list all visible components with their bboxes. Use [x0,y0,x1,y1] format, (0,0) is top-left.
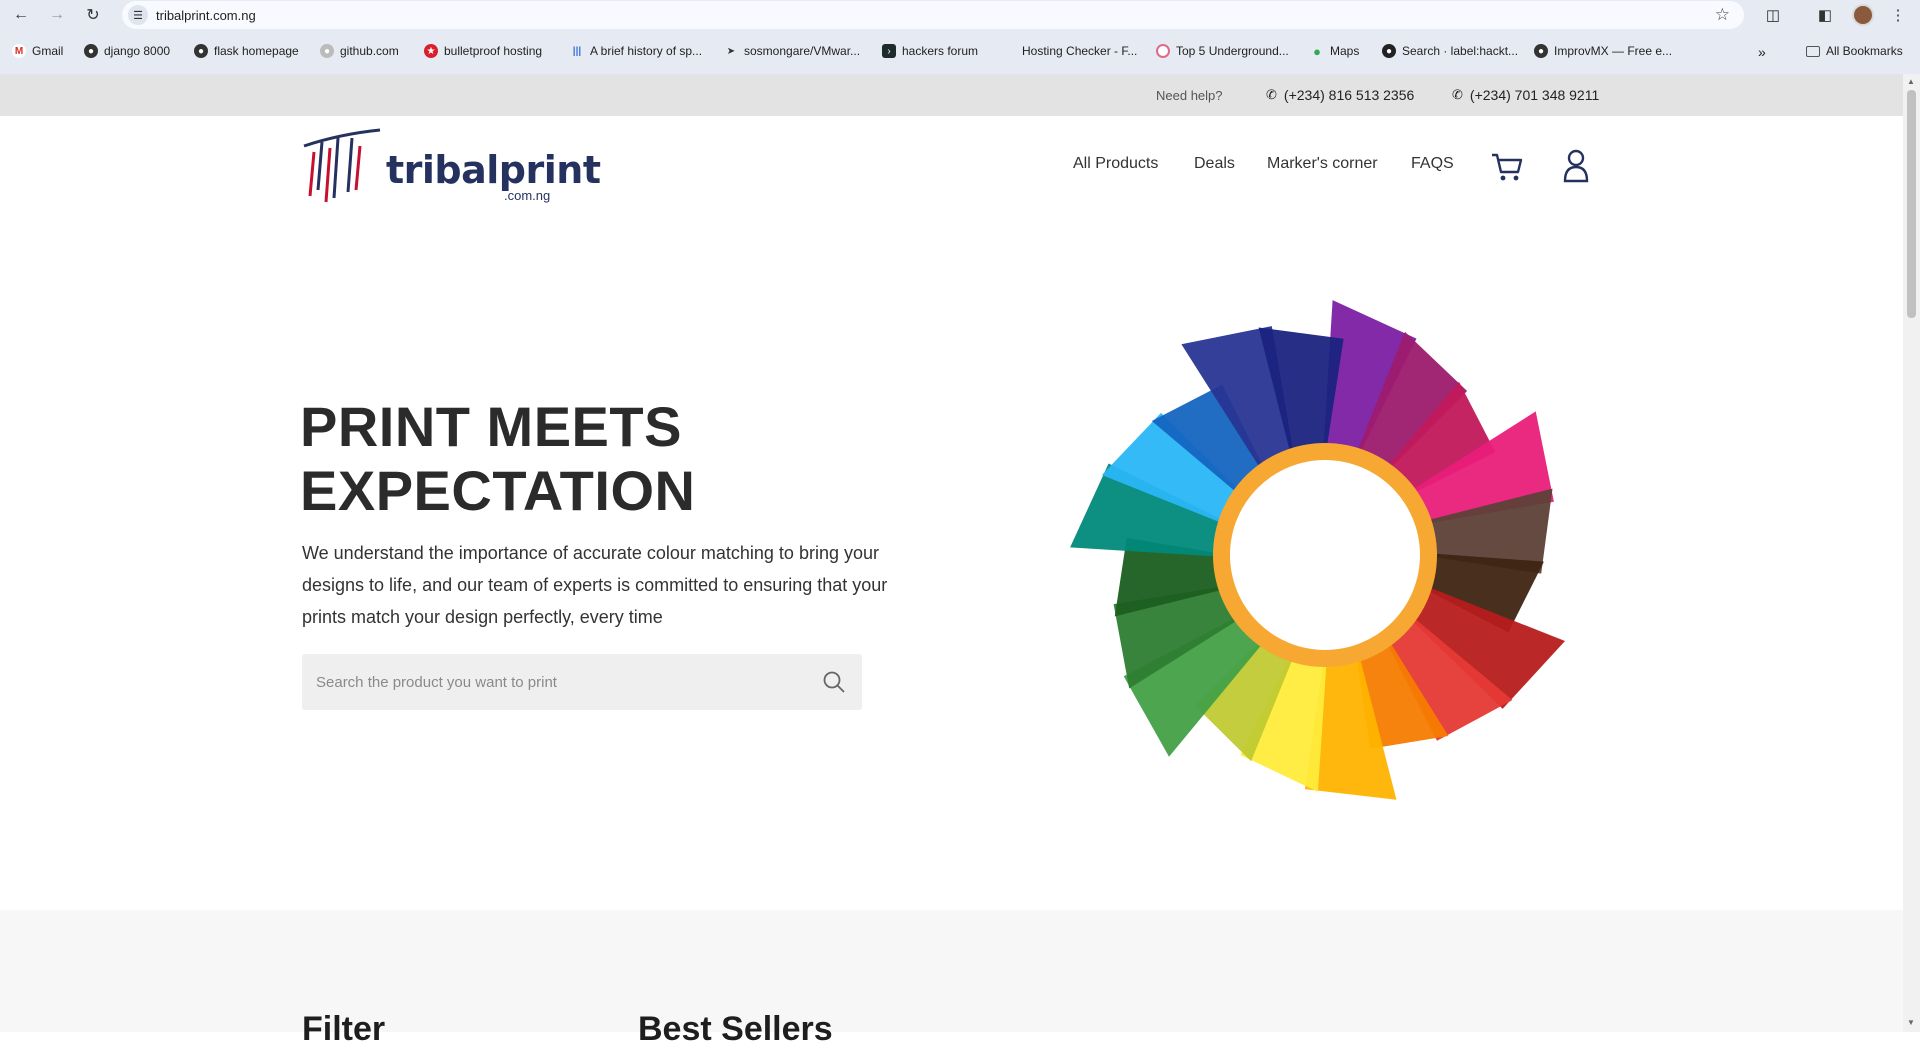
bookmark-label: django 8000 [104,44,171,58]
hero-title: PRINT MEETS EXPECTATION [300,395,900,523]
blank-page-icon [1002,44,1016,58]
bookmarks-overflow-button[interactable]: » [1758,44,1766,60]
side-panel-icon[interactable]: ◧ [1814,4,1836,26]
github-icon: ● [1382,44,1396,58]
page-scrollbar[interactable]: ▲ ▼ [1903,74,1920,1032]
bookmark-label: bulletproof hosting [444,44,543,58]
site-settings-icon[interactable]: ☰ [128,5,148,25]
bookmark-label: Hosting Checker - F... [1022,44,1138,58]
phone-number: (+234) 816 513 2356 [1283,87,1415,103]
hero-title-line: PRINT MEETS [300,395,682,458]
phone-contact[interactable]: ✆ (+234) 816 513 2356 [1266,87,1414,103]
bookmark-label: flask homepage [214,44,299,58]
bookmark-star-icon[interactable]: ☆ [1715,5,1730,25]
site-header: tribalprint .com.ng All Products Deals M… [0,116,1903,216]
whatsapp-number: (+234) 701 348 9211 [1469,87,1600,103]
scroll-down-icon[interactable]: ▼ [1907,1018,1915,1027]
bookmark-label: All Bookmarks [1826,44,1903,58]
url-text[interactable]: tribalprint.com.ng [156,8,256,23]
whatsapp-icon: ✆ [1452,87,1463,102]
scroll-up-icon[interactable]: ▲ [1907,77,1915,86]
bookmark-github-search[interactable]: ● Search · label:hackt... [1382,44,1518,58]
globe-icon: ● [194,44,208,58]
bookmark-label: Gmail [32,44,64,58]
bookmark-top5[interactable]: Top 5 Underground... [1156,44,1289,58]
bookmark-bulletproof[interactable]: ★ bulletproof hosting [424,44,542,58]
extensions-icon[interactable]: ◫ [1762,4,1784,26]
contact-bar: Need help? ✆ (+234) 816 513 2356 ✆ (+234… [0,74,1903,116]
hero-title-line: EXPECTATION [300,459,696,522]
send-icon: ➤ [726,45,736,57]
bookmark-label: hackers forum [902,44,979,58]
bookmark-improvmx[interactable]: ● ImprovMX — Free e... [1534,44,1672,58]
address-row: ← → ↻ ☰ tribalprint.com.ng ☆ ◫ ◧ ⋮ [0,0,1920,30]
filter-heading: Filter [302,1010,386,1048]
github-icon: ● [320,44,334,58]
scroll-thumb[interactable] [1907,90,1916,318]
profile-avatar[interactable] [1852,4,1874,26]
bookmark-history[interactable]: ||| A brief history of sp... [570,44,702,58]
reload-icon[interactable]: ↻ [82,4,104,26]
products-section: Filter Best Sellers [0,910,1903,1048]
ring-icon [1156,44,1170,58]
bookmark-label: ImprovMX — Free e... [1554,44,1673,58]
logo-domain: .com.ng [504,188,551,203]
address-bar[interactable]: ☰ tribalprint.com.ng ☆ [122,1,1744,29]
forward-icon[interactable]: → [46,4,68,26]
menu-dots-icon[interactable]: ⋮ [1887,4,1909,26]
phone-icon: ✆ [1266,87,1277,102]
site-logo[interactable]: tribalprint .com.ng [300,128,601,208]
bookmark-label: github.com [340,44,399,58]
bookmark-label: sosmongare/VMwar... [744,44,861,58]
nav-deals[interactable]: Deals [1194,155,1235,173]
bookmark-label: A brief history of sp... [590,44,703,58]
star-badge-icon: ★ [424,44,438,58]
gmail-icon: M [12,44,26,58]
bookmark-maps[interactable]: ● Maps [1310,43,1360,59]
bars-icon: ||| [572,45,582,57]
logo-mark-icon [303,128,381,203]
bookmark-label: Search · label:hackt... [1402,44,1519,58]
logo-text: tribalprint [386,148,601,192]
browser-chrome: ← → ↻ ☰ tribalprint.com.ng ☆ ◫ ◧ ⋮ M Gma… [0,0,1920,74]
bookmark-gmail[interactable]: M Gmail [12,44,63,58]
bookmark-hackers-forum[interactable]: › hackers forum [882,44,978,58]
need-help-label: Need help? [1156,88,1223,103]
all-bookmarks-button[interactable]: All Bookmarks [1806,44,1903,58]
hero-description: We understand the importance of accurate… [302,543,888,627]
search-icon[interactable] [822,670,846,694]
cart-icon[interactable] [1490,150,1524,184]
wheel-center [1230,460,1420,650]
whatsapp-contact[interactable]: ✆ (+234) 701 348 9211 [1452,87,1599,103]
folder-icon [1806,45,1820,57]
bookmark-github[interactable]: ● github.com [320,44,399,58]
nav-faqs[interactable]: FAQS [1411,155,1454,173]
bookmark-hosting-checker[interactable]: Hosting Checker - F... [1002,44,1137,58]
map-pin-icon: ● [1313,43,1321,59]
colour-wheel-illustration [1070,300,1565,800]
bookmark-label: Top 5 Underground... [1176,44,1289,58]
bookmarks-bar: M Gmail ● django 8000 ● flask homepage ●… [0,38,1920,66]
product-search [302,654,862,710]
terminal-icon: › [882,44,896,58]
bookmark-label: Maps [1330,44,1360,58]
back-icon[interactable]: ← [10,4,32,26]
nav-all-products[interactable]: All Products [1073,155,1158,173]
bookmark-flask[interactable]: ● flask homepage [194,44,299,58]
nav-markers-corner[interactable]: Marker's corner [1267,155,1378,173]
best-sellers-heading: Best Sellers [638,1010,833,1048]
user-account-icon[interactable] [1563,149,1589,183]
bookmark-vmware[interactable]: ➤ sosmongare/VMwar... [724,44,860,58]
globe-icon: ● [1534,44,1548,58]
bookmark-django[interactable]: ● django 8000 [84,44,170,58]
product-search-input[interactable] [316,654,796,710]
globe-icon: ● [84,44,98,58]
